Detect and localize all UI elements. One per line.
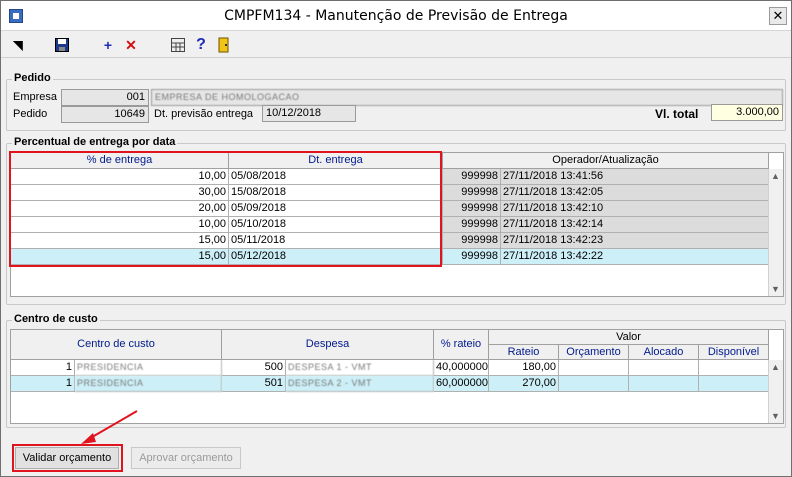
help-icon[interactable]: ?: [192, 36, 210, 54]
orcamento-cell: [559, 376, 629, 392]
percentual-group-title: Percentual de entrega por data: [12, 136, 178, 148]
despesa-code-cell[interactable]: 500: [222, 360, 286, 376]
save-button[interactable]: [53, 36, 71, 54]
dt-previsao-field[interactable]: 10/12/2018: [262, 105, 356, 122]
rateio-pct-cell[interactable]: 60,000000: [434, 376, 489, 392]
operador-cell: 999998: [443, 185, 501, 201]
close-button[interactable]: ✕: [769, 7, 787, 25]
operador-cell: 999998: [443, 201, 501, 217]
annotation-arrow-icon: [81, 410, 138, 444]
col-header-valor: Valor: [489, 330, 769, 345]
empresa-label: Empresa: [13, 91, 58, 103]
atualizacao-cell: 27/11/2018 13:42:10: [501, 201, 769, 217]
rateio-pct-cell[interactable]: 40,000000: [434, 360, 489, 376]
operador-cell: 999998: [443, 217, 501, 233]
exit-door-icon: [218, 37, 229, 53]
back-icon[interactable]: ◥: [9, 36, 27, 54]
col-header-alocado[interactable]: Alocado: [629, 345, 699, 360]
rateio-cell: 270,00: [489, 376, 559, 392]
col-header-disponivel[interactable]: Disponível: [699, 345, 769, 360]
atualizacao-cell: 27/11/2018 13:42:22: [501, 249, 769, 265]
cc-code-cell[interactable]: 1: [11, 376, 75, 392]
window-title: CMPFM134 - Manutenção de Previsão de Ent…: [224, 8, 568, 24]
vl-total-label: Vl. total: [655, 107, 699, 121]
toolbar: ◥ + ✕ ?: [1, 32, 791, 58]
pedido-group-title: Pedido: [12, 72, 53, 84]
scroll-down-icon[interactable]: ▼: [771, 411, 780, 421]
validar-highlight-box: [12, 444, 123, 472]
aprovar-orcamento-button[interactable]: Aprovar orçamento: [131, 447, 241, 469]
title-bar: CMPFM134 - Manutenção de Previsão de Ent…: [1, 1, 791, 31]
pedido-label: Pedido: [13, 108, 48, 120]
scroll-up-icon[interactable]: ▲: [771, 171, 780, 181]
delete-icon[interactable]: ✕: [122, 36, 140, 54]
disponivel-cell: [699, 376, 769, 392]
calculator-icon: [171, 38, 185, 52]
despesa-name-cell: DESPESA 1 - VMT: [286, 360, 434, 376]
atualizacao-cell: 27/11/2018 13:42:14: [501, 217, 769, 233]
close-icon: ✕: [772, 8, 784, 23]
col-header-despesa[interactable]: Despesa: [222, 330, 434, 360]
empresa-name-field: EMPRESA DE HOMOLOGACAO: [151, 89, 783, 106]
empresa-code-field[interactable]: 001: [61, 89, 149, 106]
pedido-number-field[interactable]: 10649: [61, 106, 149, 123]
atualizacao-cell: 27/11/2018 13:42:23: [501, 233, 769, 249]
orcamento-cell: [559, 360, 629, 376]
vl-total-field[interactable]: 3.000,00: [711, 104, 783, 121]
scroll-up-icon[interactable]: ▲: [771, 362, 780, 372]
add-icon[interactable]: +: [99, 36, 117, 54]
calculator-button[interactable]: [169, 36, 187, 54]
col-header-rateio-pct[interactable]: % rateio: [434, 330, 489, 360]
disponivel-cell: [699, 360, 769, 376]
atualizacao-cell: 27/11/2018 13:41:56: [501, 169, 769, 185]
operador-cell: 999998: [443, 249, 501, 265]
highlight-box: [9, 151, 442, 267]
operador-cell: 999998: [443, 169, 501, 185]
centro-group-title: Centro de custo: [12, 313, 100, 325]
exit-button[interactable]: [215, 36, 233, 54]
cc-name-cell: PRESIDENCIA: [75, 376, 222, 392]
dt-previsao-label: Dt. previsão entrega: [154, 108, 254, 120]
col-header-oper[interactable]: Operador/Atualização: [443, 153, 769, 169]
col-header-centro[interactable]: Centro de custo: [11, 330, 222, 360]
cc-name-cell: PRESIDENCIA: [75, 360, 222, 376]
despesa-name-cell: DESPESA 2 - VMT: [286, 376, 434, 392]
save-icon: [55, 38, 69, 52]
operador-cell: 999998: [443, 233, 501, 249]
rateio-cell: 180,00: [489, 360, 559, 376]
centro-scrollbar[interactable]: ▲ ▼: [768, 360, 783, 423]
scroll-down-icon[interactable]: ▼: [771, 284, 780, 294]
cc-code-cell[interactable]: 1: [11, 360, 75, 376]
entrega-scrollbar[interactable]: ▲ ▼: [768, 169, 783, 296]
alocado-cell: [629, 376, 699, 392]
atualizacao-cell: 27/11/2018 13:42:05: [501, 185, 769, 201]
despesa-code-cell[interactable]: 501: [222, 376, 286, 392]
col-header-orcamento[interactable]: Orçamento: [559, 345, 629, 360]
col-header-rateio[interactable]: Rateio: [489, 345, 559, 360]
alocado-cell: [629, 360, 699, 376]
main-window: CMPFM134 - Manutenção de Previsão de Ent…: [0, 0, 792, 477]
